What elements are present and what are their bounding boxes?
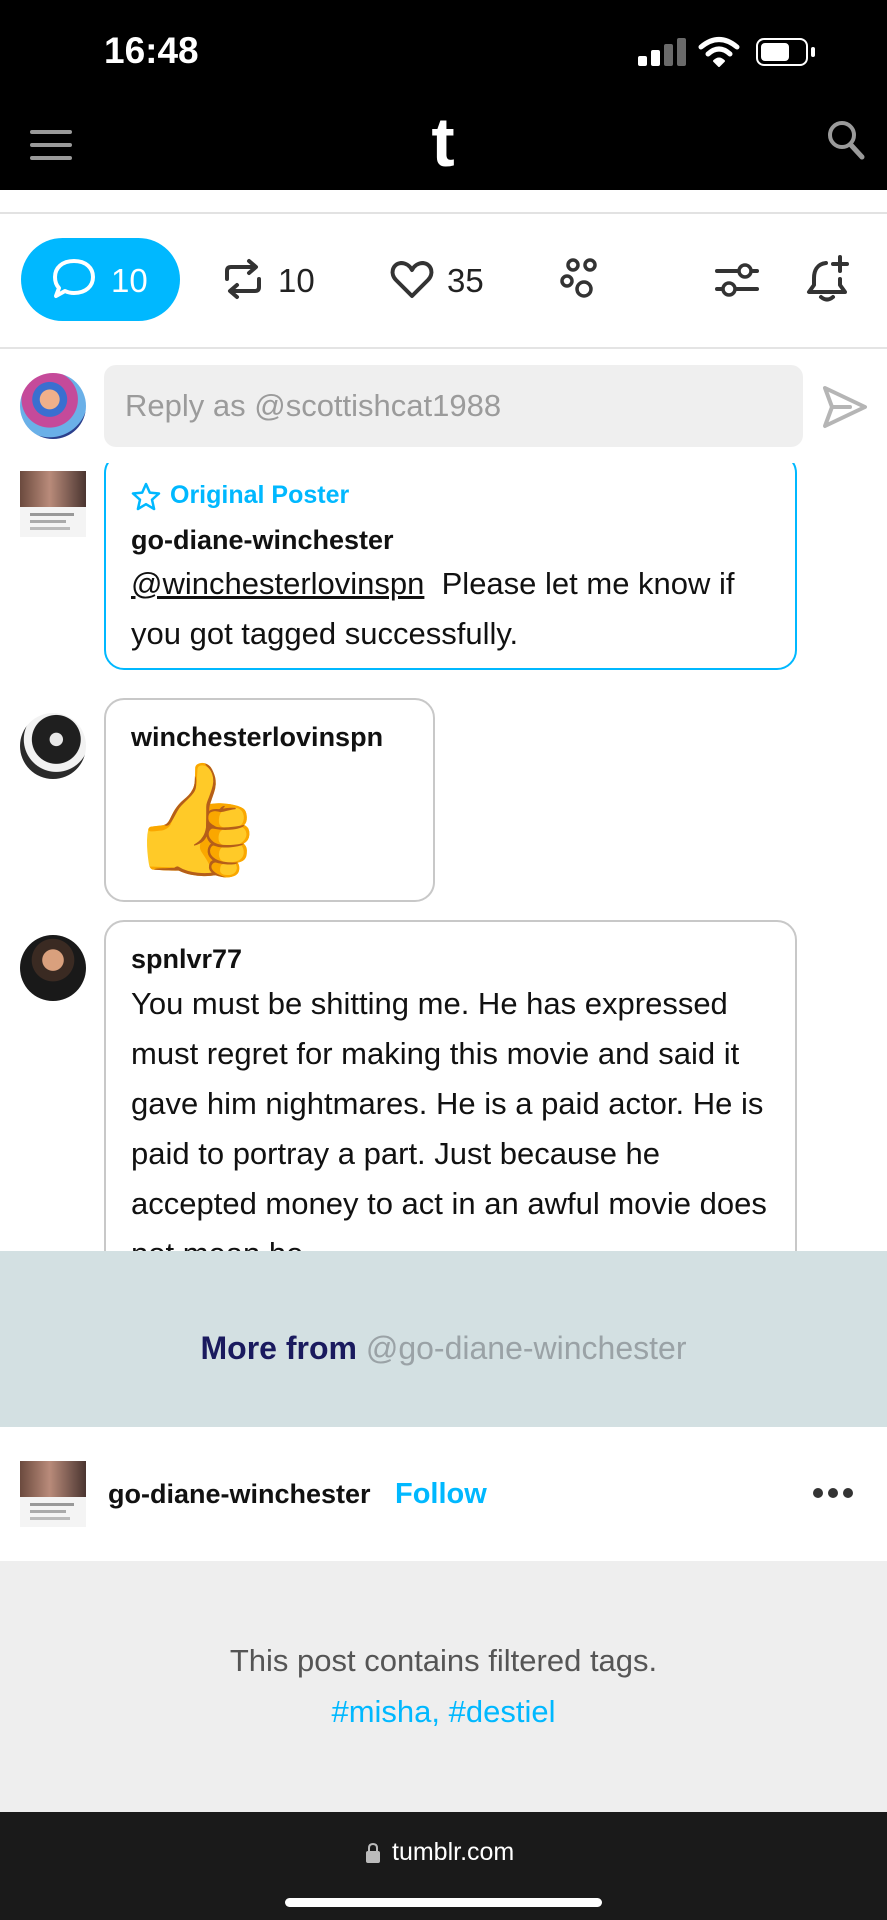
more-options-icon[interactable] <box>812 1487 854 1499</box>
more-from-section[interactable]: More from @go-diane-winchester <box>0 1251 887 1427</box>
divider <box>0 347 887 349</box>
like-button[interactable]: 35 <box>387 250 497 310</box>
comments-list: Original Poster go-diane-winchester @win… <box>0 463 887 1251</box>
follow-button[interactable]: Follow <box>395 1478 487 1511</box>
comment[interactable]: winchesterlovinspn 👍 <box>104 698 435 902</box>
signal-icon <box>638 38 686 66</box>
comment[interactable]: spnlvr77 You must be shitting me. He has… <box>104 920 797 1251</box>
search-icon[interactable] <box>827 120 865 160</box>
replies-button[interactable]: 10 <box>21 238 180 321</box>
mention-link[interactable]: @winchesterlovinspn <box>131 566 424 601</box>
post-username[interactable]: go-diane-winchester <box>108 1479 371 1510</box>
reblog-button[interactable]: 10 <box>218 250 328 310</box>
comment-icon <box>53 259 95 298</box>
browser-bar: tumblr.com <box>0 1812 887 1920</box>
comment-text: @winchesterlovinspn Please let me know i… <box>131 559 775 659</box>
battery-icon <box>756 38 816 66</box>
avatar <box>20 935 86 1001</box>
likes-count: 35 <box>447 262 484 299</box>
user-avatar <box>20 373 86 439</box>
comment-username[interactable]: go-diane-winchester <box>131 525 394 556</box>
reply-input[interactable] <box>104 365 803 447</box>
menu-icon[interactable] <box>30 130 72 160</box>
url-text[interactable]: tumblr.com <box>392 1838 514 1867</box>
filtered-notice: This post contains filtered tags. #misha… <box>0 1561 887 1812</box>
filtered-message: This post contains filtered tags. <box>229 1643 658 1678</box>
filtered-tags[interactable]: #misha, #destiel <box>0 1694 887 1730</box>
star-icon <box>131 482 161 511</box>
post-header: go-diane-winchester Follow <box>0 1427 887 1561</box>
tumblr-logo[interactable]: t <box>413 95 473 190</box>
lock-icon <box>366 1842 380 1863</box>
more-from-handle[interactable]: @go-diane-winchester <box>366 1330 687 1366</box>
app-header: t <box>0 95 887 190</box>
post-avatar[interactable] <box>20 1461 86 1527</box>
comment-op[interactable]: Original Poster go-diane-winchester @win… <box>104 463 797 670</box>
home-indicator <box>285 1898 602 1907</box>
comment-username[interactable]: spnlvr77 <box>131 944 242 975</box>
more-from-label: More from <box>200 1330 357 1366</box>
divider <box>0 212 887 214</box>
status-bar: 16:48 <box>0 0 887 95</box>
filter-icon[interactable] <box>715 260 759 300</box>
avatar <box>20 713 86 779</box>
avatar <box>20 471 86 537</box>
notification-bell-icon[interactable] <box>806 255 852 303</box>
heart-icon <box>390 261 434 298</box>
op-badge: Original Poster <box>170 481 350 509</box>
status-time: 16:48 <box>104 30 199 71</box>
thumbs-up-emoji: 👍 <box>128 758 265 881</box>
comment-text: You must be shitting me. He has expresse… <box>131 986 767 1251</box>
reblog-icon <box>225 259 261 299</box>
wifi-icon <box>698 37 740 67</box>
comment-username[interactable]: winchesterlovinspn <box>131 722 383 753</box>
replies-count: 10 <box>111 262 148 299</box>
community-icon[interactable] <box>560 257 604 301</box>
reblogs-count: 10 <box>278 262 315 299</box>
send-icon[interactable] <box>822 385 868 429</box>
